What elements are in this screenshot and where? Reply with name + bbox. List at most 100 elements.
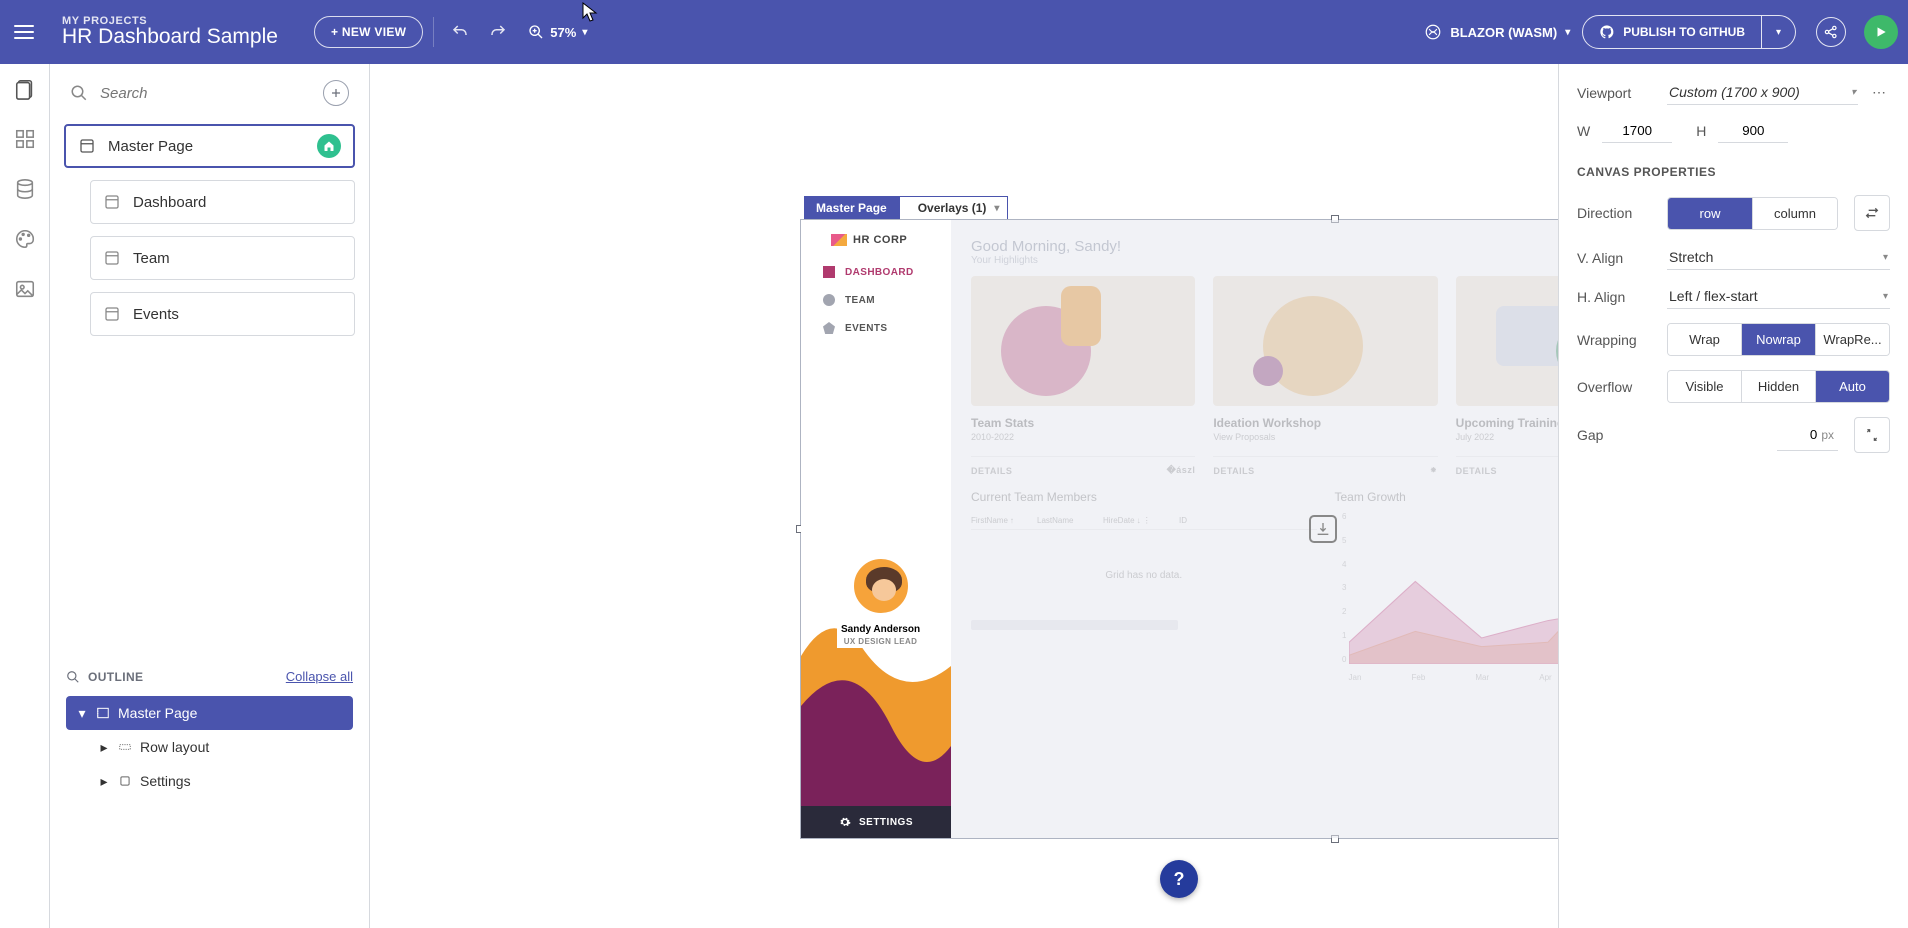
search-icon	[70, 84, 88, 102]
page-label: Events	[133, 306, 179, 323]
menu-button[interactable]	[6, 14, 42, 50]
dash-main: Good Morning, Sandy! Your Highlights Tea…	[951, 220, 1558, 838]
row-icon	[118, 740, 132, 754]
halign-select[interactable]: Left / flex-start▾	[1667, 284, 1890, 309]
page-icon	[103, 305, 121, 323]
sidebar: Master Page Dashboard Team Events OUTLIN…	[50, 64, 370, 928]
framework-selector[interactable]: BLAZOR (WASM) ▾	[1424, 23, 1570, 41]
dash-menu-dashboard[interactable]: DASHBOARD	[823, 266, 951, 278]
help-button[interactable]: ?	[1160, 860, 1198, 898]
publish-button[interactable]: PUBLISH TO GITHUB	[1582, 15, 1762, 49]
nowrap-button[interactable]: Nowrap	[1742, 324, 1816, 355]
page-item-events[interactable]: Events	[90, 292, 355, 336]
gap-input[interactable]	[1781, 423, 1821, 446]
divider	[433, 17, 434, 47]
rail-components[interactable]	[14, 128, 36, 150]
rail-theme[interactable]	[14, 228, 36, 250]
dash-nav: HR CORP DASHBOARD TEAM EVENTS Sandy Ande…	[801, 220, 951, 838]
dash-menu-team[interactable]: TEAM	[823, 294, 951, 306]
redo-button[interactable]	[482, 16, 514, 48]
canvas-viewport[interactable]: HR CORP DASHBOARD TEAM EVENTS Sandy Ande…	[800, 219, 1558, 839]
top-bar: MY PROJECTS HR Dashboard Sample + NEW VI…	[0, 0, 1908, 64]
page-icon	[78, 137, 96, 155]
bookmark-icon[interactable]: ⁕	[1430, 465, 1438, 476]
database-icon	[14, 178, 36, 200]
properties-panel: Viewport Custom (1700 x 900) ▾ ⋯ W H CAN…	[1558, 64, 1908, 928]
logo-text: HR CORP	[853, 234, 907, 246]
canvas-area[interactable]: Master Page Overlays (1) ▾ HR CORP	[370, 64, 1558, 928]
dash-settings-button[interactable]: SETTINGS	[801, 806, 951, 838]
project-header: MY PROJECTS HR Dashboard Sample	[62, 15, 278, 49]
chevron-down-icon: ▾	[1883, 252, 1888, 263]
page-item-master[interactable]: Master Page	[64, 124, 355, 168]
dash-logo: HR CORP	[801, 220, 951, 266]
bookmark-icon[interactable]: �ászl	[1167, 465, 1196, 476]
canvas-tab-master[interactable]: Master Page	[804, 196, 899, 220]
viewport-label: Viewport	[1577, 85, 1657, 101]
outline-title: OUTLINE	[88, 670, 143, 684]
chevron-down-icon: ▾	[1883, 291, 1888, 302]
framework-icon	[1424, 23, 1442, 41]
dash-menu-events[interactable]: EVENTS	[823, 322, 951, 334]
overflow-hidden-button[interactable]: Hidden	[1742, 371, 1816, 402]
overflow-auto-button[interactable]: Auto	[1816, 371, 1889, 402]
tree-node-settings[interactable]: ▸ Settings	[66, 764, 353, 798]
user-avatar	[851, 556, 911, 616]
my-projects-label[interactable]: MY PROJECTS	[62, 15, 278, 27]
user-role: UX DESIGN LEAD	[837, 637, 924, 648]
publish-group: PUBLISH TO GITHUB ▾	[1582, 15, 1796, 49]
dashboard-preview: HR CORP DASHBOARD TEAM EVENTS Sandy Ande…	[801, 220, 1558, 838]
viewport-select[interactable]: Custom (1700 x 900) ▾	[1667, 80, 1858, 105]
events-icon	[823, 322, 835, 334]
share-button[interactable]	[1816, 17, 1846, 47]
team-table-section: Current Team Members FirstName ↑ LastNam…	[971, 490, 1317, 682]
framework-label: BLAZOR (WASM)	[1450, 25, 1557, 40]
overflow-group: Visible Hidden Auto	[1667, 370, 1890, 403]
highlight-card: Team Stats 2010-2022 DETAILS�ászl	[971, 276, 1195, 476]
width-input[interactable]	[1602, 119, 1672, 143]
page-icon	[103, 249, 121, 267]
viewport-more-button[interactable]: ⋯	[1868, 82, 1890, 104]
height-label: H	[1696, 123, 1706, 139]
direction-group: row column	[1667, 197, 1838, 230]
swap-icon	[1864, 205, 1880, 221]
home-badge	[317, 134, 341, 158]
expand-icon	[1865, 428, 1879, 442]
zoom-value: 57%	[550, 25, 576, 40]
publish-dropdown[interactable]: ▾	[1762, 15, 1796, 49]
team-icon	[823, 294, 835, 306]
direction-column-button[interactable]: column	[1753, 198, 1837, 229]
overlays-label: Overlays (1)	[918, 201, 987, 215]
page-item-team[interactable]: Team	[90, 236, 355, 280]
overflow-visible-button[interactable]: Visible	[1668, 371, 1742, 402]
tree-node-row[interactable]: ▸ Row layout	[66, 730, 353, 764]
wrapreverse-button[interactable]: WrapRe...	[1816, 324, 1889, 355]
rail-assets[interactable]	[14, 278, 36, 300]
collapse-all-link[interactable]: Collapse all	[286, 669, 353, 684]
height-input[interactable]	[1718, 119, 1788, 143]
swap-direction-button[interactable]	[1854, 195, 1890, 231]
canvas-props-header: CANVAS PROPERTIES	[1577, 165, 1890, 179]
tool-rail	[0, 64, 50, 928]
new-view-button[interactable]: + NEW VIEW	[314, 16, 423, 48]
rail-pages[interactable]	[14, 78, 36, 100]
add-page-button[interactable]	[323, 80, 349, 106]
canvas-tab-overlays[interactable]: Overlays (1) ▾	[899, 196, 1009, 220]
rail-data[interactable]	[14, 178, 36, 200]
greeting: Good Morning, Sandy!	[971, 238, 1558, 255]
search-input[interactable]	[98, 84, 313, 103]
gap-expand-button[interactable]	[1854, 417, 1890, 453]
direction-row-button[interactable]: row	[1668, 198, 1753, 229]
zoom-control[interactable]: 57% ▾	[528, 24, 587, 40]
page-label: Team	[133, 250, 170, 267]
search-icon	[66, 670, 80, 684]
tree-node-master[interactable]: ▾ Master Page	[66, 696, 353, 730]
undo-icon	[451, 23, 469, 41]
valign-select[interactable]: Stretch▾	[1667, 245, 1890, 270]
wrap-button[interactable]: Wrap	[1668, 324, 1742, 355]
undo-button[interactable]	[444, 16, 476, 48]
preview-button[interactable]	[1864, 15, 1898, 49]
plus-icon	[330, 87, 342, 99]
page-item-dashboard[interactable]: Dashboard	[90, 180, 355, 224]
grid-pager[interactable]	[971, 620, 1178, 630]
